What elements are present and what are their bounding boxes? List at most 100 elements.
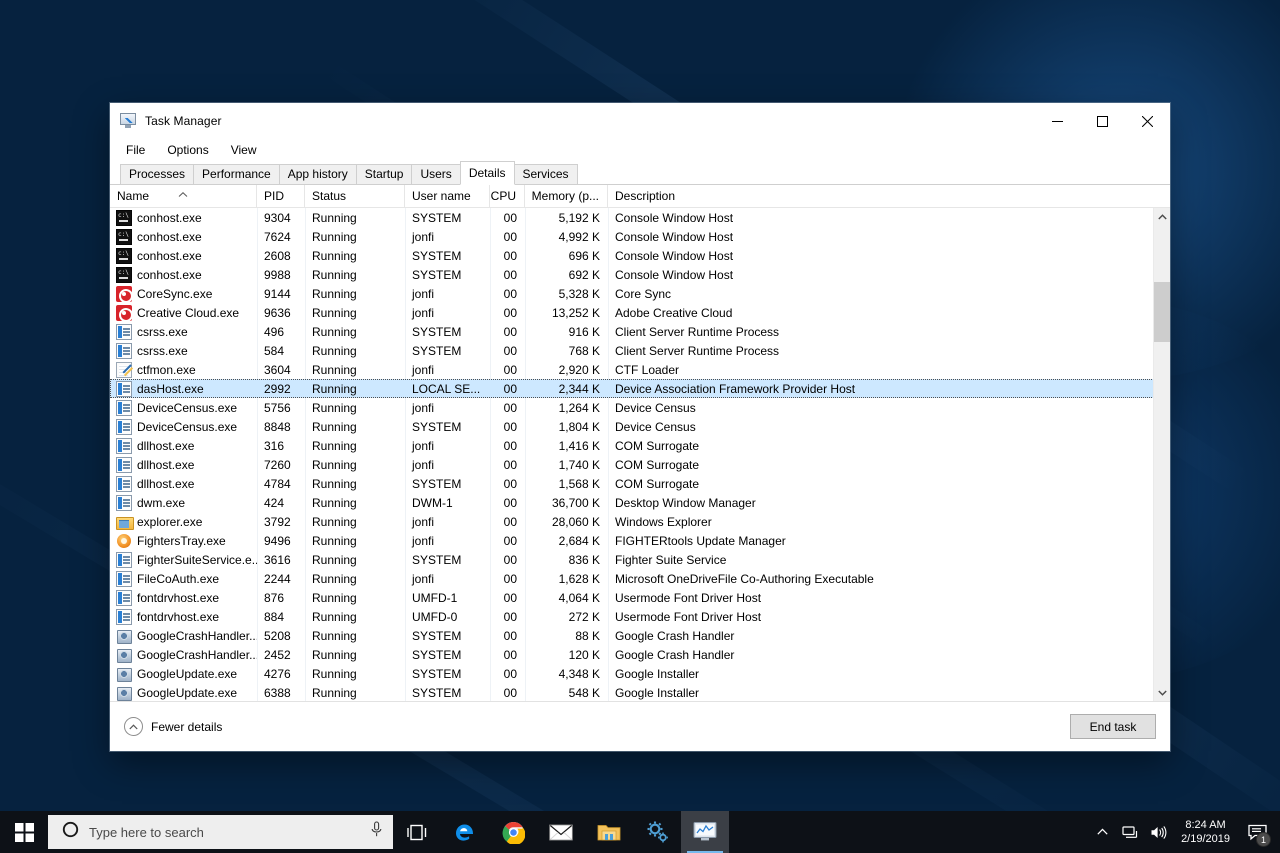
column-header-user-name[interactable]: User name xyxy=(405,185,490,207)
table-row[interactable]: dwm.exe 424 Running DWM-1 00 36,700 K Desktop … xyxy=(110,493,1170,512)
microphone-icon[interactable] xyxy=(370,821,383,843)
scroll-up-button[interactable] xyxy=(1154,208,1170,225)
close-button[interactable] xyxy=(1125,103,1170,139)
task-view-icon[interactable] xyxy=(393,811,441,853)
table-row[interactable]: GoogleCrashHandler... 5208 Running SYSTEM 00… xyxy=(110,626,1170,645)
table-row[interactable]: GoogleUpdate.exe 4276 Running SYSTEM 00 4,348… xyxy=(110,664,1170,683)
column-header-memory[interactable]: Memory (p... xyxy=(525,185,608,207)
table-row[interactable]: dllhost.exe 7260 Running jonfi 00 1,740 K COM … xyxy=(110,455,1170,474)
menu-view[interactable]: View xyxy=(229,142,259,158)
tab-services[interactable]: Services xyxy=(513,164,578,184)
table-row[interactable]: GoogleCrashHandler... 2452 Running SYSTEM 00… xyxy=(110,645,1170,664)
tab-startup[interactable]: Startup xyxy=(355,164,413,184)
table-row[interactable]: ctfmon.exe 3604 Running jonfi 00 2,920 K CTF L… xyxy=(110,360,1170,379)
end-task-button[interactable]: End task xyxy=(1070,714,1156,739)
tab-processes[interactable]: Processes xyxy=(120,164,195,184)
minimize-button[interactable] xyxy=(1035,103,1080,139)
column-header-name[interactable]: Name xyxy=(110,185,257,207)
column-header-status[interactable]: Status xyxy=(305,185,405,207)
show-hidden-icons[interactable] xyxy=(1089,811,1115,853)
table-row[interactable]: fontdrvhost.exe 876 Running UMFD-1 00 4,064 K… xyxy=(110,588,1170,607)
search-input[interactable]: Type here to search xyxy=(89,825,360,840)
column-header-pid[interactable]: PID xyxy=(257,185,305,207)
cell-memory: 916 K xyxy=(568,324,600,339)
scroll-down-button[interactable] xyxy=(1154,684,1170,701)
table-row[interactable]: explorer.exe 3792 Running jonfi 00 28,060 K Wi… xyxy=(110,512,1170,531)
column-header-name-label: Name xyxy=(117,189,150,203)
pen-icon xyxy=(116,361,132,378)
cell-name: dllhost.exe xyxy=(110,475,257,492)
table-row[interactable]: csrss.exe 584 Running SYSTEM 00 768 K Client S… xyxy=(110,341,1170,360)
cell-user-name: SYSTEM xyxy=(412,267,462,282)
column-header-cpu[interactable]: CPU xyxy=(490,185,525,207)
cell-pid: 2244 xyxy=(264,571,291,586)
vertical-scrollbar[interactable] xyxy=(1153,208,1170,701)
start-button[interactable] xyxy=(0,811,48,853)
cell-memory: 4,348 K xyxy=(558,666,600,681)
maximize-button[interactable] xyxy=(1080,103,1125,139)
edge-icon[interactable] xyxy=(441,811,489,853)
cell-description: Client Server Runtime Process xyxy=(615,324,780,339)
table-row[interactable]: conhost.exe 9988 Running SYSTEM 00 692 K Conso… xyxy=(110,265,1170,284)
task-manager-taskbar-icon[interactable] xyxy=(681,811,729,853)
window-title-bar[interactable]: Task Manager xyxy=(110,103,1170,139)
table-row[interactable]: DeviceCensus.exe 5756 Running jonfi 00 1,264 … xyxy=(110,398,1170,417)
cell-memory: 4,064 K xyxy=(558,590,600,605)
cell-user-name: UMFD-0 xyxy=(412,609,458,624)
column-header-description[interactable]: Description xyxy=(608,185,1153,207)
fewer-details-button[interactable]: Fewer details xyxy=(124,717,222,736)
file-explorer-icon[interactable] xyxy=(585,811,633,853)
tab-users[interactable]: Users xyxy=(411,164,461,184)
dialog-icon xyxy=(116,342,132,359)
table-row[interactable]: dasHost.exe 2992 Running LOCAL SE... 00 2,344… xyxy=(110,379,1170,398)
cell-cpu: 00 xyxy=(503,438,517,453)
cell-cpu: 00 xyxy=(503,324,517,339)
table-row[interactable]: dllhost.exe 4784 Running SYSTEM 00 1,568 K COM… xyxy=(110,474,1170,493)
tab-app-history[interactable]: App history xyxy=(278,164,357,184)
table-row[interactable]: conhost.exe 7624 Running jonfi 00 4,992 K Cons… xyxy=(110,227,1170,246)
cell-pid: 9988 xyxy=(264,267,291,282)
cell-cpu: 00 xyxy=(503,533,517,548)
table-row[interactable]: FightersTray.exe 9496 Running jonfi 00 2,684 … xyxy=(110,531,1170,550)
cell-pid: 9304 xyxy=(264,210,291,225)
tab-performance[interactable]: Performance xyxy=(193,164,280,184)
cell-pid: 9496 xyxy=(264,533,291,548)
network-icon[interactable] xyxy=(1117,811,1143,853)
scrollbar-thumb[interactable] xyxy=(1154,282,1170,342)
table-row[interactable]: FileCoAuth.exe 2244 Running jonfi 00 1,628 K M… xyxy=(110,569,1170,588)
cell-description: Device Census xyxy=(615,400,696,415)
table-row[interactable]: dllhost.exe 316 Running jonfi 00 1,416 K COM S… xyxy=(110,436,1170,455)
cell-pid: 5756 xyxy=(264,400,291,415)
notification-badge: 1 xyxy=(1256,832,1271,847)
notifications-button[interactable]: 1 xyxy=(1240,811,1274,853)
table-row[interactable]: FighterSuiteService.e... 3616 Running SYSTE… xyxy=(110,550,1170,569)
table-row[interactable]: conhost.exe 2608 Running SYSTEM 00 696 K Conso… xyxy=(110,246,1170,265)
cell-name: GoogleCrashHandler... xyxy=(110,647,257,663)
volume-icon[interactable] xyxy=(1145,811,1171,853)
cell-status: Running xyxy=(312,286,357,301)
table-row[interactable]: csrss.exe 496 Running SYSTEM 00 916 K Client S… xyxy=(110,322,1170,341)
cell-name: GoogleUpdate.exe xyxy=(110,666,257,682)
cell-status: Running xyxy=(312,552,357,567)
cell-cpu: 00 xyxy=(503,305,517,320)
menu-options[interactable]: Options xyxy=(165,142,210,158)
settings-icon[interactable] xyxy=(633,811,681,853)
table-row[interactable]: conhost.exe 9304 Running SYSTEM 00 5,192 K Con… xyxy=(110,208,1170,227)
chrome-icon[interactable] xyxy=(489,811,537,853)
table-row[interactable]: Creative Cloud.exe 9636 Running jonfi 00 13,2… xyxy=(110,303,1170,322)
cell-user-name: SYSTEM xyxy=(412,647,462,662)
table-row[interactable]: DeviceCensus.exe 8848 Running SYSTEM 00 1,804… xyxy=(110,417,1170,436)
dialog-icon xyxy=(116,608,132,625)
cell-memory: 2,920 K xyxy=(558,362,600,377)
sort-ascending-icon xyxy=(178,186,188,197)
table-row[interactable]: fontdrvhost.exe 884 Running UMFD-0 00 272 K Us… xyxy=(110,607,1170,626)
table-row[interactable]: GoogleUpdate.exe 6388 Running SYSTEM 00 548 K… xyxy=(110,683,1170,701)
clock[interactable]: 8:24 AM 2/19/2019 xyxy=(1173,811,1238,853)
mail-icon[interactable] xyxy=(537,811,585,853)
tab-details[interactable]: Details xyxy=(459,161,515,185)
table-row[interactable]: CoreSync.exe 9144 Running jonfi 00 5,328 K Cor… xyxy=(110,284,1170,303)
cell-user-name: SYSTEM xyxy=(412,552,462,567)
menu-file[interactable]: File xyxy=(124,142,147,158)
cell-name: FightersTray.exe xyxy=(110,533,257,549)
search-box[interactable]: Type here to search xyxy=(48,815,393,849)
